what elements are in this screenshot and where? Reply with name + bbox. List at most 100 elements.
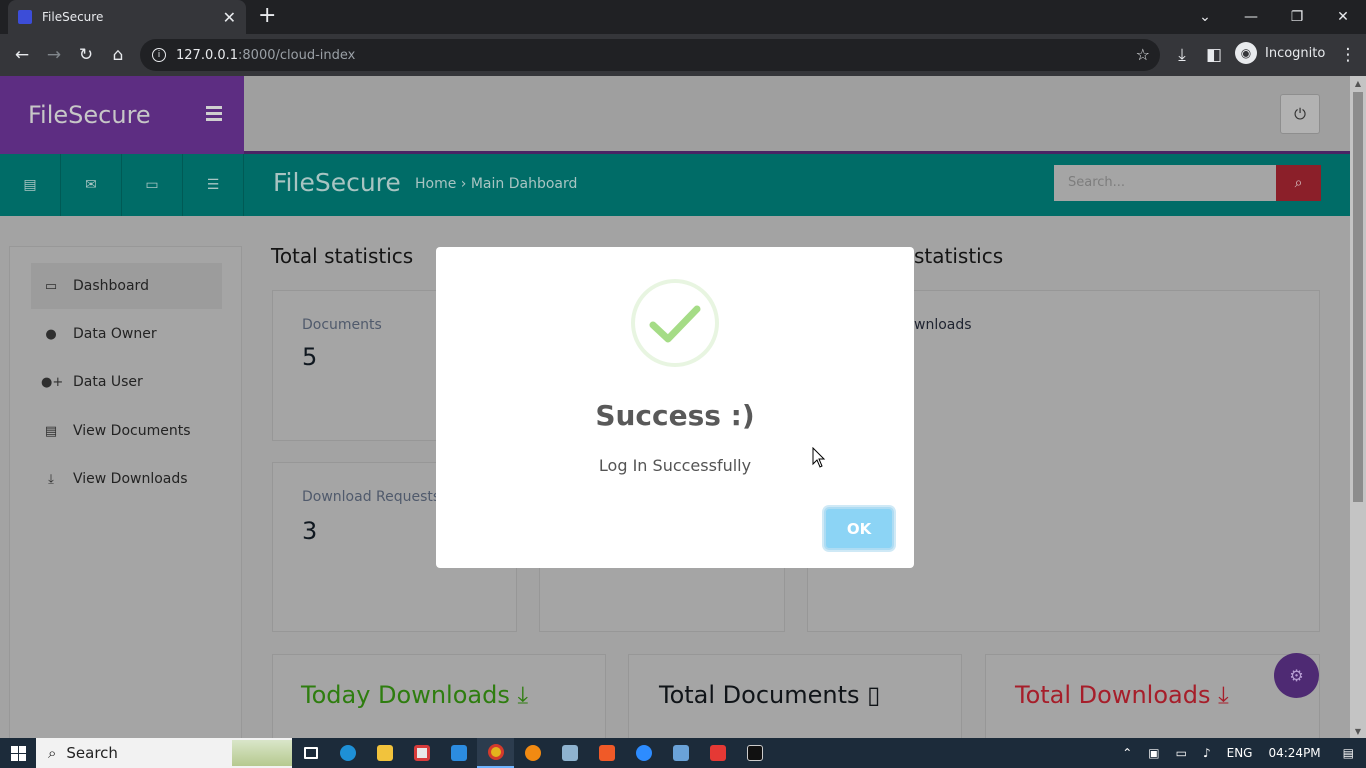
breadcrumb[interactable]: Home › Main Dahboard bbox=[415, 176, 577, 192]
back-icon[interactable]: ← bbox=[10, 43, 34, 67]
address-bar[interactable]: i 127.0.0.1:8000/cloud-index ☆ bbox=[140, 39, 1160, 71]
sidebar-item-label: Data Owner bbox=[73, 326, 157, 342]
documents-value: 5 bbox=[302, 343, 318, 371]
taskbar-search-label: Search bbox=[66, 744, 118, 762]
browser-menu-icon[interactable]: ⋮ bbox=[1336, 43, 1360, 67]
notifications-icon[interactable]: ▤ bbox=[1343, 746, 1354, 760]
brave-icon[interactable] bbox=[588, 738, 625, 768]
download-tray-icon: ⤓ bbox=[1218, 681, 1229, 709]
download-icon[interactable]: ⤓ bbox=[1170, 43, 1194, 67]
browser-toolbar: ← → ↻ ⌂ i 127.0.0.1:8000/cloud-index ☆ ⤓… bbox=[0, 34, 1366, 76]
bookmark-star-icon[interactable]: ☆ bbox=[1136, 45, 1150, 64]
brand-block: FileSecure bbox=[0, 76, 244, 154]
downloads-label: wnloads bbox=[914, 317, 972, 333]
chevron-up-icon[interactable]: ⌃ bbox=[1122, 746, 1132, 760]
sidebar-item-view-downloads[interactable]: ⤓ View Downloads bbox=[31, 456, 222, 502]
download-tray-icon: ⤓ bbox=[517, 681, 529, 709]
forward-icon[interactable]: → bbox=[42, 43, 66, 67]
edge-icon[interactable] bbox=[329, 738, 366, 768]
browser-tabbar: FileSecure ✕ + ⌄ — ❐ ✕ bbox=[0, 0, 1366, 34]
list-icon[interactable]: ☰ bbox=[183, 154, 244, 216]
quick-icon-strip: ▤ ✉ ▭ ☰ bbox=[0, 154, 244, 216]
sidebar: ▭ Dashboard ● Data Owner ●+ Data User ▤ … bbox=[9, 246, 242, 738]
success-check-icon bbox=[631, 279, 719, 367]
today-downloads-title: Today Downloads ⤓ bbox=[301, 681, 529, 709]
search-button[interactable]: ⌕ bbox=[1276, 165, 1321, 201]
scroll-up-icon[interactable]: ▲ bbox=[1350, 76, 1366, 90]
user-icon: ● bbox=[45, 326, 57, 342]
brand-name: FileSecure bbox=[28, 101, 151, 129]
windows-logo-icon bbox=[10, 745, 26, 761]
file-icon: ▯ bbox=[867, 681, 881, 709]
start-button[interactable] bbox=[0, 738, 36, 768]
chrome-icon[interactable] bbox=[477, 738, 514, 768]
zoom-icon[interactable] bbox=[625, 738, 662, 768]
page-scrollbar[interactable]: ▲ ▼ bbox=[1350, 76, 1366, 738]
sidebar-item-dashboard[interactable]: ▭ Dashboard bbox=[31, 263, 222, 309]
download-requests-label: Download Requests bbox=[302, 489, 441, 505]
language-indicator[interactable]: ENG bbox=[1227, 746, 1253, 760]
meet-icon[interactable]: ▣ bbox=[1148, 746, 1159, 760]
search-input[interactable]: Search... bbox=[1054, 165, 1276, 201]
remote-desktop-icon[interactable] bbox=[662, 738, 699, 768]
dialog-title: Success :) bbox=[595, 399, 755, 432]
network-icon[interactable]: ▭ bbox=[1176, 746, 1187, 760]
home-icon[interactable]: ⌂ bbox=[106, 43, 130, 67]
search-highlight-image bbox=[232, 740, 292, 766]
total-downloads-title: Total Downloads ⤓ bbox=[1015, 681, 1229, 709]
success-dialog: Success :) Log In Successfully OK bbox=[436, 247, 914, 568]
scroll-down-icon[interactable]: ▼ bbox=[1350, 724, 1366, 738]
clock[interactable]: 04:24PM bbox=[1268, 746, 1320, 760]
reload-icon[interactable]: ↻ bbox=[74, 43, 98, 67]
sidebar-item-view-documents[interactable]: ▤ View Documents bbox=[31, 408, 222, 454]
today-downloads-card: Today Downloads ⤓ bbox=[272, 654, 606, 738]
terminal-icon[interactable] bbox=[736, 738, 773, 768]
new-tab-button[interactable]: + bbox=[258, 5, 276, 27]
browser-tab[interactable]: FileSecure ✕ bbox=[8, 0, 246, 34]
volume-icon[interactable]: ♪ bbox=[1203, 746, 1211, 760]
minimize-button[interactable]: — bbox=[1228, 0, 1274, 34]
site-info-icon[interactable]: i bbox=[152, 48, 166, 62]
app-red-icon[interactable] bbox=[403, 738, 440, 768]
taskbar: ⌕ Search ⌃ ▣ ▭ ♪ ENG 04:24PM ▤ bbox=[0, 738, 1366, 768]
anydesk-icon[interactable] bbox=[699, 738, 736, 768]
sidebar-item-data-owner[interactable]: ● Data Owner bbox=[31, 311, 222, 357]
file-explorer-icon[interactable] bbox=[366, 738, 403, 768]
sidebar-item-data-user[interactable]: ●+ Data User bbox=[31, 359, 222, 405]
incognito-icon: ◉ bbox=[1235, 42, 1257, 64]
search-icon: ⌕ bbox=[1294, 175, 1303, 191]
user-plus-icon: ●+ bbox=[41, 374, 64, 390]
mouse-cursor-icon bbox=[812, 447, 826, 468]
image-app-icon[interactable] bbox=[551, 738, 588, 768]
header-logo: FileSecure bbox=[273, 168, 401, 197]
folder-icon[interactable]: ▭ bbox=[122, 154, 183, 216]
monitor-icon: ▭ bbox=[44, 278, 58, 294]
power-icon[interactable]: ⏻ bbox=[1280, 94, 1320, 134]
right-statistics-title: statistics bbox=[914, 244, 1004, 268]
sidebar-item-label: View Documents bbox=[73, 423, 191, 439]
restore-button[interactable]: ❐ bbox=[1274, 0, 1320, 34]
documents-label: Documents bbox=[302, 317, 382, 333]
taskbar-search[interactable]: ⌕ Search bbox=[36, 738, 292, 768]
tab-search-icon[interactable]: ⌄ bbox=[1182, 0, 1228, 34]
dialog-message: Log In Successfully bbox=[598, 456, 752, 475]
total-downloads-card: Total Downloads ⤓ bbox=[985, 654, 1320, 738]
hamburger-menu-icon[interactable] bbox=[206, 106, 222, 124]
document-icon: ▤ bbox=[44, 423, 58, 439]
magnifier-app-icon[interactable] bbox=[514, 738, 551, 768]
side-panel-icon[interactable]: ◧ bbox=[1202, 43, 1226, 67]
url-host: 127.0.0.1 bbox=[176, 47, 239, 63]
close-tab-icon[interactable]: ✕ bbox=[223, 8, 236, 27]
close-window-button[interactable]: ✕ bbox=[1320, 0, 1366, 34]
settings-fab-button[interactable]: ⚙ bbox=[1274, 653, 1319, 698]
tab-title: FileSecure bbox=[42, 10, 104, 24]
gear-icon: ⚙ bbox=[1289, 666, 1304, 685]
ok-button[interactable]: OK bbox=[824, 507, 894, 550]
mail-icon[interactable]: ✉ bbox=[61, 154, 122, 216]
task-view-icon[interactable] bbox=[292, 738, 329, 768]
favicon-icon bbox=[18, 10, 32, 24]
incognito-badge[interactable]: ◉ Incognito bbox=[1235, 42, 1325, 64]
calendar-icon[interactable]: ▤ bbox=[0, 154, 61, 216]
vscode-icon[interactable] bbox=[440, 738, 477, 768]
scroll-thumb[interactable] bbox=[1353, 92, 1363, 502]
